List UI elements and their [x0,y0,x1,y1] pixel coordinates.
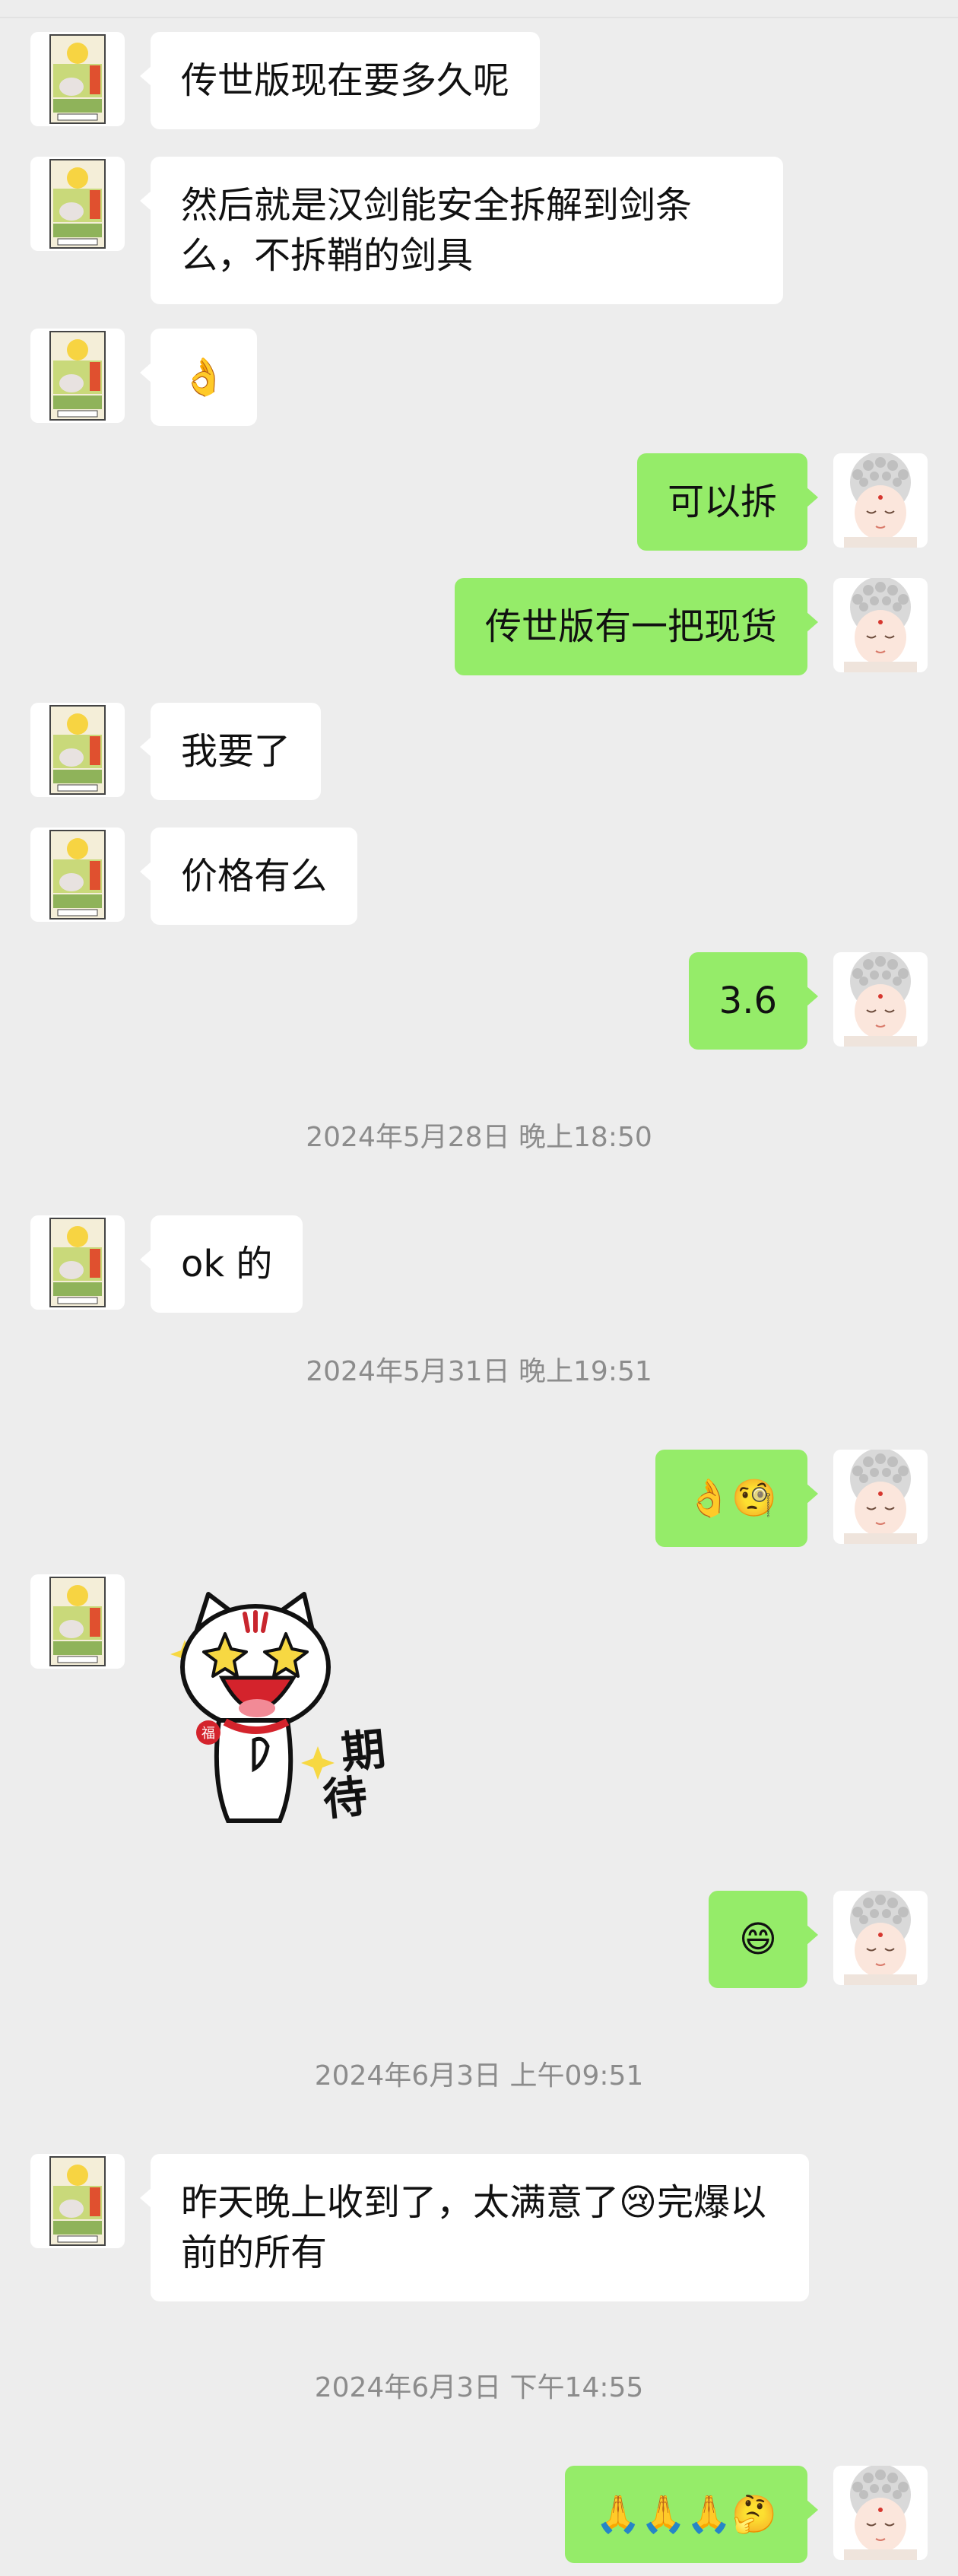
timestamp: 2024年5月31日 晚上19:51 [306,1356,652,1387]
message-bubble[interactable]: 然后就是汉剑能安全拆解到剑条么，不拆鞘的剑具 [140,157,783,304]
self-avatar[interactable] [833,952,928,1047]
self-avatar[interactable] [833,1891,928,1985]
message-bubble[interactable]: 👌 [140,329,257,426]
timestamp: 2024年5月28日 晚上18:50 [306,1122,652,1153]
contact-avatar[interactable] [30,1215,125,1310]
message-bubble[interactable]: 😄 [708,1891,819,1988]
timestamp: 2024年6月3日 上午09:51 [314,2060,644,2092]
contact-avatar[interactable] [30,157,125,251]
self-avatar[interactable] [833,2466,928,2560]
message-bubble[interactable]: 🙏🙏🙏🤔 [564,2466,819,2563]
message-bubble[interactable]: 价格有么 [139,827,358,925]
contact-avatar[interactable] [30,329,125,423]
message-bubble[interactable]: 传世版有一把现货 [454,578,819,675]
top-divider [0,0,958,18]
contact-avatar[interactable] [30,703,125,797]
self-avatar[interactable] [833,1450,928,1544]
message-bubble[interactable]: 我要了 [139,703,322,800]
contact-avatar[interactable] [30,827,125,922]
cat-sticker-icon[interactable]: 福 期 待 [166,1583,424,1842]
message-bubble[interactable]: 可以拆 [636,453,819,551]
message-bubble[interactable]: ok 的 [139,1215,303,1313]
message-bubble[interactable]: 传世版现在要多久呢 [139,32,541,129]
self-avatar[interactable] [833,453,928,548]
contact-avatar[interactable] [30,2154,125,2248]
svg-text:待: 待 [321,1770,370,1826]
svg-text:福: 福 [201,1726,215,1742]
message-bubble[interactable]: 3.6 [688,952,819,1050]
message-bubble[interactable]: 👌🧐 [655,1450,818,1547]
self-avatar[interactable] [833,578,928,672]
contact-avatar[interactable] [30,32,125,126]
contact-avatar[interactable] [30,1574,125,1669]
message-bubble[interactable]: 昨天晚上收到了，太满意了😢完爆以前的所有 [140,2154,809,2301]
timestamp: 2024年6月3日 下午14:55 [314,2372,644,2403]
